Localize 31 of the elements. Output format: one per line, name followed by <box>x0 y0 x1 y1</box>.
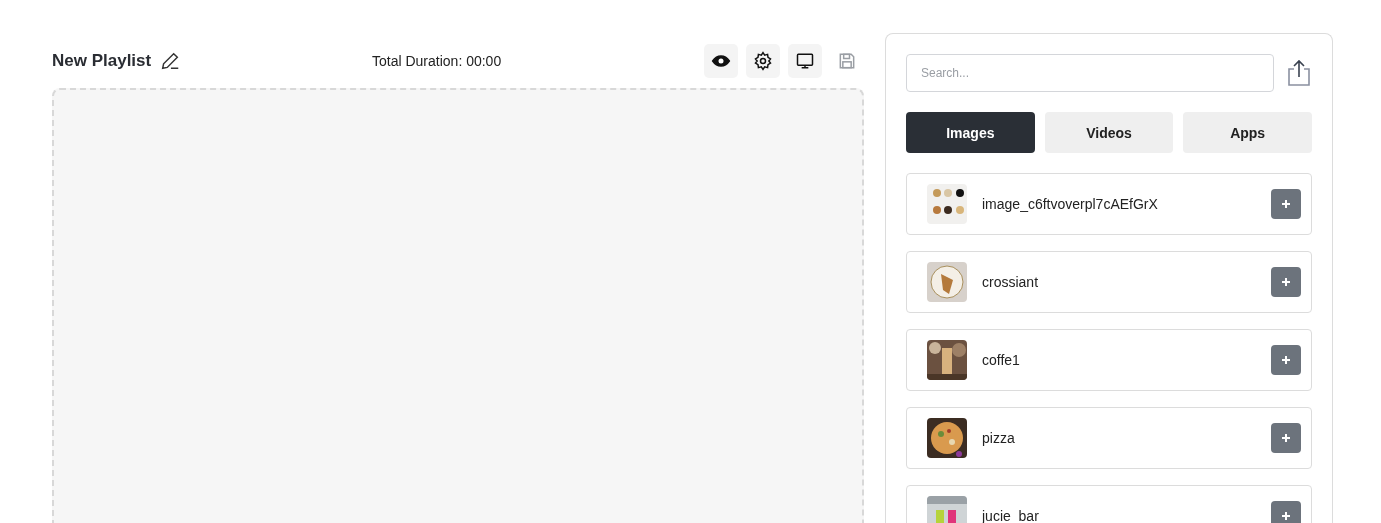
media-name: crossiant <box>982 274 1040 290</box>
plus-icon <box>1281 511 1291 521</box>
add-button[interactable] <box>1271 345 1301 375</box>
category-tab[interactable]: Videos <box>1044 112 1174 153</box>
media-name: jucie_bar <box>982 508 1040 523</box>
preview-button[interactable] <box>704 43 738 78</box>
total-duration: Total Duration: 00:00 <box>372 52 503 69</box>
media-item[interactable]: image_c6ftvoverpl7cAEfGrX <box>906 173 1312 235</box>
plus-icon <box>1281 433 1291 443</box>
add-button[interactable] <box>1271 501 1301 523</box>
plus-icon <box>1281 277 1291 287</box>
plus-icon <box>1281 355 1291 365</box>
settings-button[interactable] <box>746 43 780 78</box>
media-item[interactable]: pizza <box>906 407 1312 469</box>
media-name: image_c6ftvoverpl7cAEfGrX <box>982 196 1159 212</box>
media-name: pizza <box>982 430 1016 446</box>
category-tab[interactable]: Apps <box>1183 112 1312 153</box>
category-tab[interactable]: Images <box>906 112 1035 153</box>
display-button[interactable] <box>788 43 822 78</box>
playlist-title: New Playlist <box>52 50 152 71</box>
settings-icon <box>753 50 773 71</box>
media-name: coffe1 <box>982 352 1021 368</box>
media-item[interactable]: jucie_bar <box>906 485 1312 523</box>
media-item[interactable]: crossiant <box>906 251 1312 313</box>
add-button[interactable] <box>1271 267 1301 297</box>
add-button[interactable] <box>1271 423 1301 453</box>
plus-icon <box>1281 199 1291 209</box>
search-field[interactable]: Search... <box>906 54 1274 92</box>
media-item[interactable]: coffe1 <box>906 329 1312 391</box>
add-button[interactable] <box>1271 189 1301 219</box>
upload-icon[interactable] <box>1286 59 1312 87</box>
